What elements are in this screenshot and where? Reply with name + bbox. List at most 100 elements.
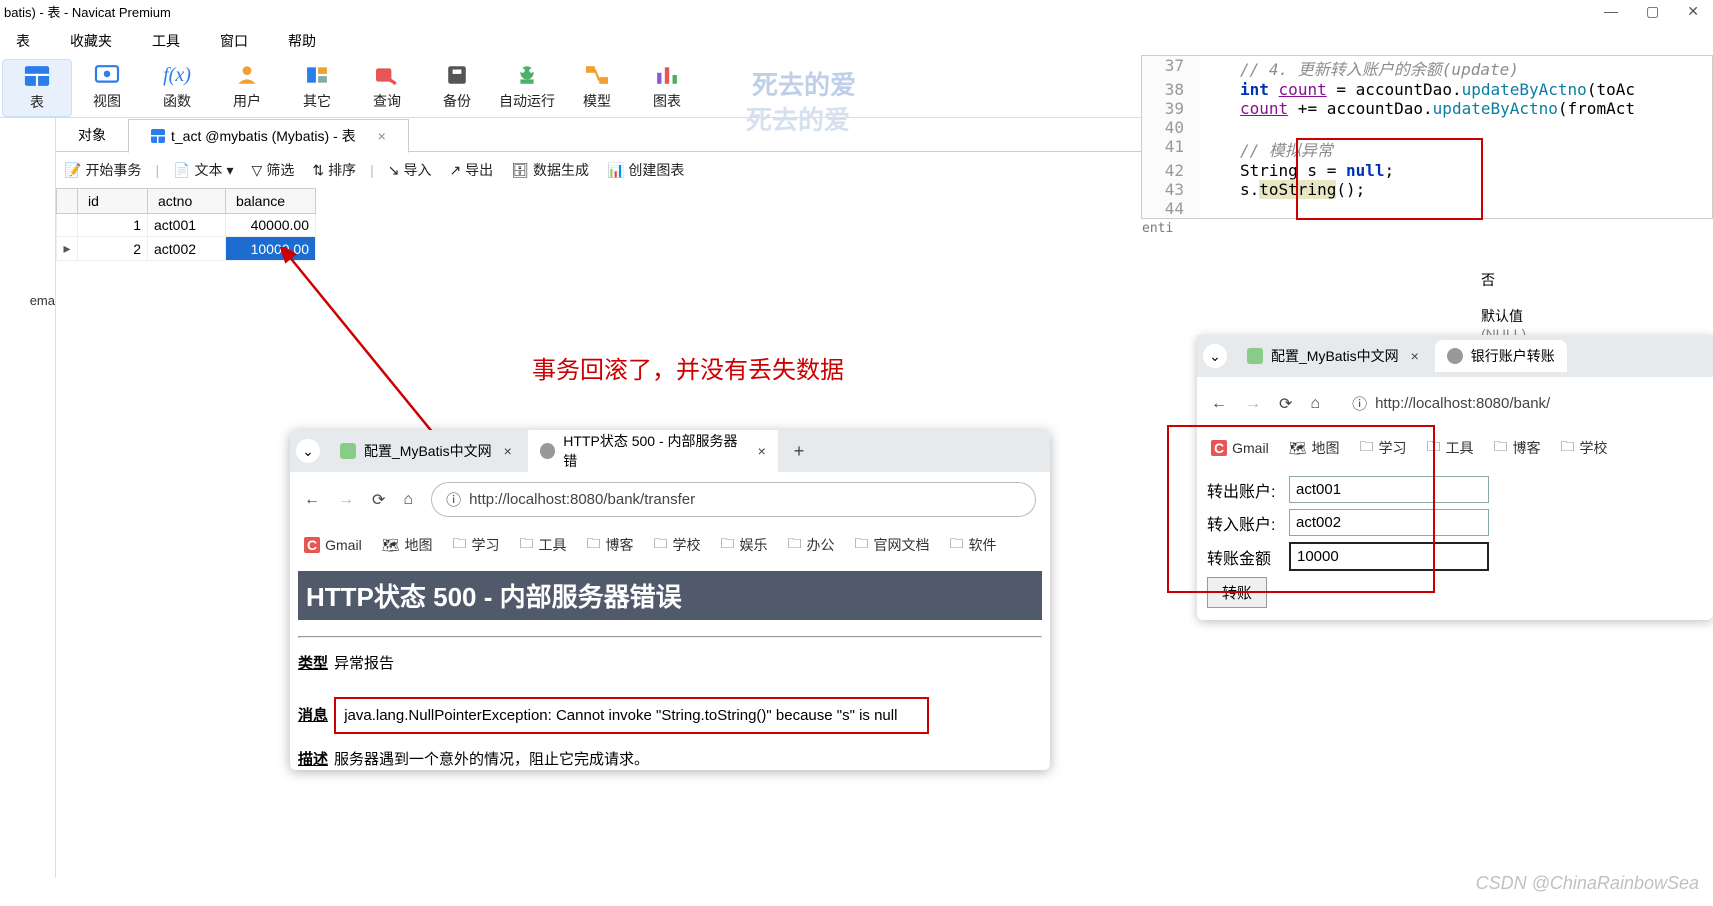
menu-fav[interactable]: 收藏夹 [62, 27, 120, 55]
nav-forward-icon[interactable]: → [1245, 395, 1261, 413]
col-actno[interactable]: actno [148, 189, 226, 214]
nav-back-icon[interactable]: ← [1211, 395, 1227, 413]
annotation-text: 事务回滚了，并没有丢失数据 [532, 350, 844, 385]
bkm-docs[interactable]: 🗀 官网文档 [854, 533, 929, 557]
browser-b: ⌄ 配置_MyBatis中文网× 银行账户转账 ← → ⟳ ⌂ ⓘhttp://… [1197, 335, 1713, 620]
bkm-school[interactable]: 🗀 学校 [1560, 436, 1607, 460]
page-content: HTTP状态 500 - 内部服务器错误 类型异常报告 消息 java.lang… [290, 563, 1050, 770]
bkm-map[interactable]: 🗺 地图 [1289, 436, 1340, 460]
bkm-gmail[interactable]: CGmail [304, 533, 362, 557]
info-icon[interactable]: ⓘ [1352, 393, 1367, 414]
menu-bar: 表 收藏夹 工具 窗口 帮助 [0, 23, 1713, 59]
browser-a-tab-1[interactable]: 配置_MyBatis中文网× [328, 435, 524, 467]
btn-filter[interactable]: ▽ 筛选 [248, 158, 299, 182]
table-row: 1 act001 40000.00 [57, 214, 316, 237]
tb-table[interactable]: 表 [2, 59, 72, 117]
from-account-label: 转出账户: [1207, 478, 1289, 502]
csdn-watermark: CSDN @ChinaRainbowSea [1476, 873, 1699, 894]
bkm-school[interactable]: 🗀 学校 [653, 533, 700, 557]
btn-begin-trans[interactable]: 📝 开始事务 [60, 158, 145, 182]
data-grid[interactable]: id actno balance 1 act001 40000.00 ▸ 2 a… [56, 188, 316, 261]
col-balance[interactable]: balance [226, 189, 316, 214]
tb-auto[interactable]: 自动运行 [492, 59, 562, 115]
tb-model[interactable]: 模型 [562, 59, 632, 115]
btn-export[interactable]: ↗ 导出 [445, 158, 497, 182]
title-bar: batis) - 表 - Navicat Premium — ▢ ✕ [0, 0, 1713, 23]
tb-view[interactable]: 视图 [72, 59, 142, 115]
form-body: 转出账户: 转入账户: 转账金额 转账 [1197, 466, 1713, 620]
tab-close-icon[interactable]: × [362, 128, 386, 144]
bkm-study[interactable]: 🗀 学习 [452, 533, 499, 557]
btn-datagen[interactable]: 🗄 数据生成 [507, 158, 593, 182]
btn-chart[interactable]: 📊 创建图表 [603, 158, 688, 182]
menu-help[interactable]: 帮助 [280, 27, 324, 55]
bkm-tools[interactable]: 🗀 工具 [519, 533, 566, 557]
bkm-tools[interactable]: 🗀 工具 [1426, 436, 1473, 460]
to-account-input[interactable] [1289, 509, 1489, 536]
transfer-button[interactable]: 转账 [1207, 577, 1267, 608]
maximize-icon[interactable]: ▢ [1646, 3, 1659, 20]
favicon-icon [540, 443, 556, 459]
menu-table[interactable]: 表 [8, 27, 38, 55]
tb-user[interactable]: 用户 [212, 59, 282, 115]
left-sidebar: ema [0, 118, 56, 878]
error-message-highlight: java.lang.NullPointerException: Cannot i… [334, 697, 929, 734]
info-icon[interactable]: ⓘ [446, 489, 461, 510]
amount-label: 转账金额 [1207, 545, 1289, 569]
col-id[interactable]: id [78, 189, 148, 214]
tab-dropdown-icon[interactable]: ⌄ [1203, 344, 1227, 368]
btn-text[interactable]: 📄 文本 ▾ [169, 158, 237, 182]
watermark-text: 死去的爱 [752, 65, 856, 102]
menu-window[interactable]: 窗口 [212, 27, 256, 55]
tab-close-icon[interactable]: × [758, 443, 766, 459]
bookmarks-bar: CGmail 🗺 地图 🗀 学习 🗀 工具 🗀 博客 🗀 学校 🗀 娱乐 🗀 办… [290, 527, 1050, 563]
tab-t-act[interactable]: t_act @mybatis (Mybatis) - 表 × [128, 119, 409, 153]
bkm-gmail[interactable]: CGmail [1211, 436, 1269, 460]
table-row: ▸ 2 act002 10000.00 [57, 237, 316, 261]
browser-b-tab-1[interactable]: 配置_MyBatis中文网× [1235, 340, 1431, 372]
browser-a: ⌄ 配置_MyBatis中文网× HTTP状态 500 - 内部服务器错× + … [290, 430, 1050, 770]
to-account-label: 转入账户: [1207, 511, 1289, 535]
btn-sort[interactable]: ⇅ 排序 [308, 158, 360, 182]
minimize-icon[interactable]: — [1604, 3, 1618, 20]
bkm-ent[interactable]: 🗀 娱乐 [720, 533, 767, 557]
favicon-icon [1247, 348, 1263, 364]
bkm-blog[interactable]: 🗀 博客 [586, 533, 633, 557]
tb-other[interactable]: 其它 [282, 59, 352, 115]
btn-import[interactable]: ↘ 导入 [384, 158, 436, 182]
browser-b-tab-2[interactable]: 银行账户转账 [1435, 340, 1567, 372]
nav-home-icon[interactable]: ⌂ [403, 491, 413, 509]
from-account-input[interactable] [1289, 476, 1489, 503]
tab-objects[interactable]: 对象 [56, 119, 128, 151]
tb-query[interactable]: 查询 [352, 59, 422, 115]
bookmarks-bar: CGmail 🗺 地图 🗀 学习 🗀 工具 🗀 博客 🗀 学校 [1197, 430, 1713, 466]
tab-close-icon[interactable]: × [1411, 348, 1419, 364]
url-bar[interactable]: ⓘhttp://localhost:8080/bank/ [1338, 387, 1699, 420]
tab-dropdown-icon[interactable]: ⌄ [296, 439, 320, 463]
bkm-blog[interactable]: 🗀 博客 [1493, 436, 1540, 460]
window-title: batis) - 表 - Navicat Premium [4, 2, 171, 21]
bkm-office[interactable]: 🗀 办公 [787, 533, 834, 557]
row-pointer-icon: ▸ [57, 237, 78, 261]
tab-close-icon[interactable]: × [504, 443, 512, 459]
new-tab-button[interactable]: + [782, 435, 817, 468]
nav-back-icon[interactable]: ← [304, 491, 320, 509]
nav-reload-icon[interactable]: ⟳ [372, 490, 385, 510]
schema-label: ema [30, 293, 55, 308]
browser-a-tab-2[interactable]: HTTP状态 500 - 内部服务器错× [528, 430, 778, 477]
error-title: HTTP状态 500 - 内部服务器错误 [298, 571, 1042, 620]
url-bar[interactable]: ⓘhttp://localhost:8080/bank/transfer [431, 482, 1036, 517]
menu-tools[interactable]: 工具 [144, 27, 188, 55]
bkm-map[interactable]: 🗺 地图 [382, 533, 433, 557]
tb-backup[interactable]: 备份 [422, 59, 492, 115]
bkm-study[interactable]: 🗀 学习 [1359, 436, 1406, 460]
bkm-soft[interactable]: 🗀 软件 [949, 533, 996, 557]
nav-home-icon[interactable]: ⌂ [1310, 395, 1320, 413]
close-icon[interactable]: ✕ [1687, 3, 1699, 20]
code-editor[interactable]: 37// 4. 更新转入账户的余额(update) 38int count = … [1141, 55, 1713, 219]
nav-reload-icon[interactable]: ⟳ [1279, 394, 1292, 414]
tb-chart[interactable]: 图表 [632, 59, 702, 115]
tb-function[interactable]: f(x)函数 [142, 59, 212, 115]
amount-input[interactable] [1289, 542, 1489, 571]
nav-forward-icon[interactable]: → [338, 491, 354, 509]
